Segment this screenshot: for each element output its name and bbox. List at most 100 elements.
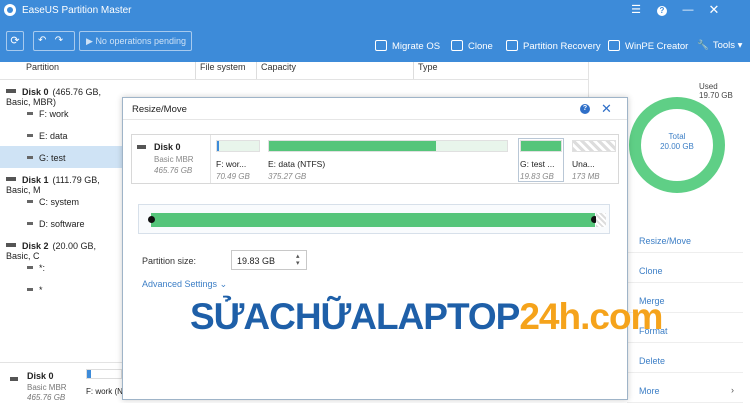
minimize-icon[interactable]: — bbox=[680, 3, 696, 17]
operation-resize-move[interactable]: Resize/Move bbox=[622, 229, 743, 253]
partition-range-bar[interactable] bbox=[151, 213, 595, 227]
row-label: E: data bbox=[39, 131, 68, 141]
disk-icon bbox=[6, 177, 16, 181]
partition-name: F: wor... bbox=[216, 159, 247, 169]
partition-size-input[interactable]: 19.83 GB ▴ ▾ bbox=[231, 250, 307, 270]
operation-clone[interactable]: Clone bbox=[622, 259, 743, 283]
clone-icon bbox=[451, 40, 463, 51]
partition-row[interactable]: G: test bbox=[0, 146, 122, 168]
winpe-creator-icon bbox=[608, 40, 620, 51]
resize-move-dialog: Resize/Move ? ✕ Disk 0 Basic MBR 465.76 … bbox=[122, 97, 628, 400]
column-header-type[interactable]: Type bbox=[418, 62, 438, 79]
bottom-disk-map: Disk 0 Basic MBR 465.76 GB F: work (N bbox=[0, 362, 123, 402]
disk-name: Disk 0 bbox=[154, 142, 181, 152]
total-label: Total bbox=[668, 132, 686, 141]
pending-label: No operations pending bbox=[95, 36, 187, 46]
refresh-button[interactable]: ⟳ bbox=[6, 31, 24, 51]
column-header-capacity[interactable]: Capacity bbox=[261, 62, 296, 79]
advanced-settings-link[interactable]: Advanced Settings ⌄ bbox=[142, 279, 227, 290]
partition-row[interactable]: *: bbox=[0, 256, 122, 278]
disk-type: Basic MBR bbox=[27, 383, 67, 392]
column-header-file-system[interactable]: File system bbox=[200, 62, 246, 79]
redo-icon[interactable]: ↷ bbox=[55, 35, 63, 46]
migrate-os-icon bbox=[375, 40, 387, 51]
partition-usage-bar bbox=[520, 140, 562, 152]
dialog-title-bar: Resize/Move ? ✕ bbox=[123, 98, 627, 120]
watermark-part1: SỬACHỮALAPTOP bbox=[190, 296, 520, 337]
pending-operations-button[interactable]: ▶ No operations pending bbox=[79, 31, 192, 51]
row-label: C: system bbox=[39, 197, 80, 207]
partition-row[interactable]: D: software bbox=[0, 212, 122, 234]
chevron-down-icon: ▾ bbox=[735, 40, 743, 51]
chevron-down-icon: ⌄ bbox=[219, 279, 228, 289]
column-divider[interactable] bbox=[413, 62, 414, 79]
undo-icon[interactable]: ↶ bbox=[38, 35, 46, 46]
disk-row[interactable]: Disk 2 (20.00 GB, Basic, C bbox=[0, 234, 122, 261]
row-label: *: bbox=[39, 263, 46, 273]
disk-row[interactable]: Disk 1 (111.79 GB, Basic, M bbox=[0, 168, 122, 195]
disk-map: Disk 0 Basic MBR 465.76 GB F: wor... 70.4… bbox=[131, 134, 619, 184]
left-handle[interactable] bbox=[148, 216, 155, 223]
partition-block[interactable]: F: wor... 70.49 GB bbox=[216, 140, 260, 181]
winpe-creator-button[interactable]: WinPE Creator bbox=[608, 40, 688, 52]
column-divider[interactable] bbox=[195, 62, 196, 79]
close-icon[interactable]: ✕ bbox=[601, 101, 612, 117]
disk-size: 465.76 GB bbox=[27, 393, 66, 402]
partition-recovery-button[interactable]: Partition Recovery bbox=[506, 40, 601, 52]
partition-recovery-icon bbox=[506, 40, 518, 51]
disk-icon bbox=[10, 377, 18, 381]
chevron-right-icon: › bbox=[731, 385, 734, 395]
partition-icon bbox=[27, 200, 33, 203]
stepper-icon[interactable]: ▴ ▾ bbox=[296, 253, 300, 267]
partition-name: Una... bbox=[572, 159, 595, 169]
partition-usage-fill bbox=[217, 141, 220, 151]
undo-redo-group[interactable]: ↶ ↷ bbox=[33, 31, 75, 51]
partition-bar[interactable] bbox=[86, 369, 122, 379]
partition-size-label: Partition size: bbox=[142, 256, 197, 266]
disk-name: Disk 0 bbox=[27, 371, 54, 381]
operation-label: More bbox=[639, 386, 660, 396]
partition-size: 19.83 GB bbox=[520, 172, 554, 181]
help-icon[interactable]: ? bbox=[580, 104, 590, 114]
operation-more[interactable]: More › bbox=[622, 379, 743, 403]
operation-label: Clone bbox=[639, 266, 663, 276]
disk-icon bbox=[137, 145, 146, 149]
row-label: Disk 1 bbox=[22, 175, 49, 185]
menu-icon[interactable]: ☰ bbox=[628, 3, 644, 17]
partition-row[interactable]: E: data bbox=[0, 124, 122, 146]
used-label: Used bbox=[699, 82, 718, 91]
close-window-icon[interactable]: ✕ bbox=[706, 3, 722, 17]
resize-slider[interactable] bbox=[138, 204, 610, 234]
watermark: SỬACHỮALAPTOP24h.com bbox=[190, 296, 663, 338]
partition-row[interactable]: F: work bbox=[0, 102, 122, 124]
partition-row[interactable]: C: system bbox=[0, 190, 122, 212]
tools-button[interactable]: 🔧 Tools ▾ bbox=[697, 40, 742, 51]
partition-block[interactable]: G: test ... 19.83 GB bbox=[518, 138, 564, 182]
row-label: G: test bbox=[39, 153, 66, 163]
wrench-icon: 🔧 bbox=[697, 40, 709, 51]
operation-delete[interactable]: Delete bbox=[622, 349, 743, 373]
column-divider[interactable] bbox=[256, 62, 257, 79]
app-logo-icon bbox=[4, 4, 16, 16]
help-icon[interactable]: ? bbox=[654, 3, 670, 17]
partition-name: G: test ... bbox=[520, 159, 555, 169]
migrate-os-button[interactable]: Migrate OS bbox=[375, 40, 440, 52]
partition-icon bbox=[27, 156, 33, 159]
row-label: Disk 2 bbox=[22, 241, 49, 251]
partition-block[interactable]: E: data (NTFS) 375.27 GB bbox=[268, 140, 508, 181]
partition-block[interactable]: Una... 173 MB bbox=[572, 140, 616, 181]
disk-size: 465.76 GB bbox=[154, 166, 193, 175]
disk-type: Basic MBR bbox=[154, 155, 194, 164]
disk-icon bbox=[6, 89, 16, 93]
clone-button[interactable]: Clone bbox=[451, 40, 493, 52]
partition-usage-fill bbox=[521, 141, 561, 151]
column-header-partition[interactable]: Partition bbox=[26, 62, 59, 79]
used-value: 19.70 GB bbox=[699, 91, 733, 100]
partition-row[interactable]: * bbox=[0, 278, 122, 300]
row-label: D: software bbox=[39, 219, 85, 229]
disk-icon bbox=[6, 243, 16, 247]
partition-size-value: 19.83 GB bbox=[237, 256, 276, 266]
disk-row[interactable]: Disk 0 (465.76 GB, Basic, MBR) bbox=[0, 80, 122, 107]
unallocated-stripe bbox=[596, 213, 606, 227]
row-label: * bbox=[39, 285, 43, 295]
